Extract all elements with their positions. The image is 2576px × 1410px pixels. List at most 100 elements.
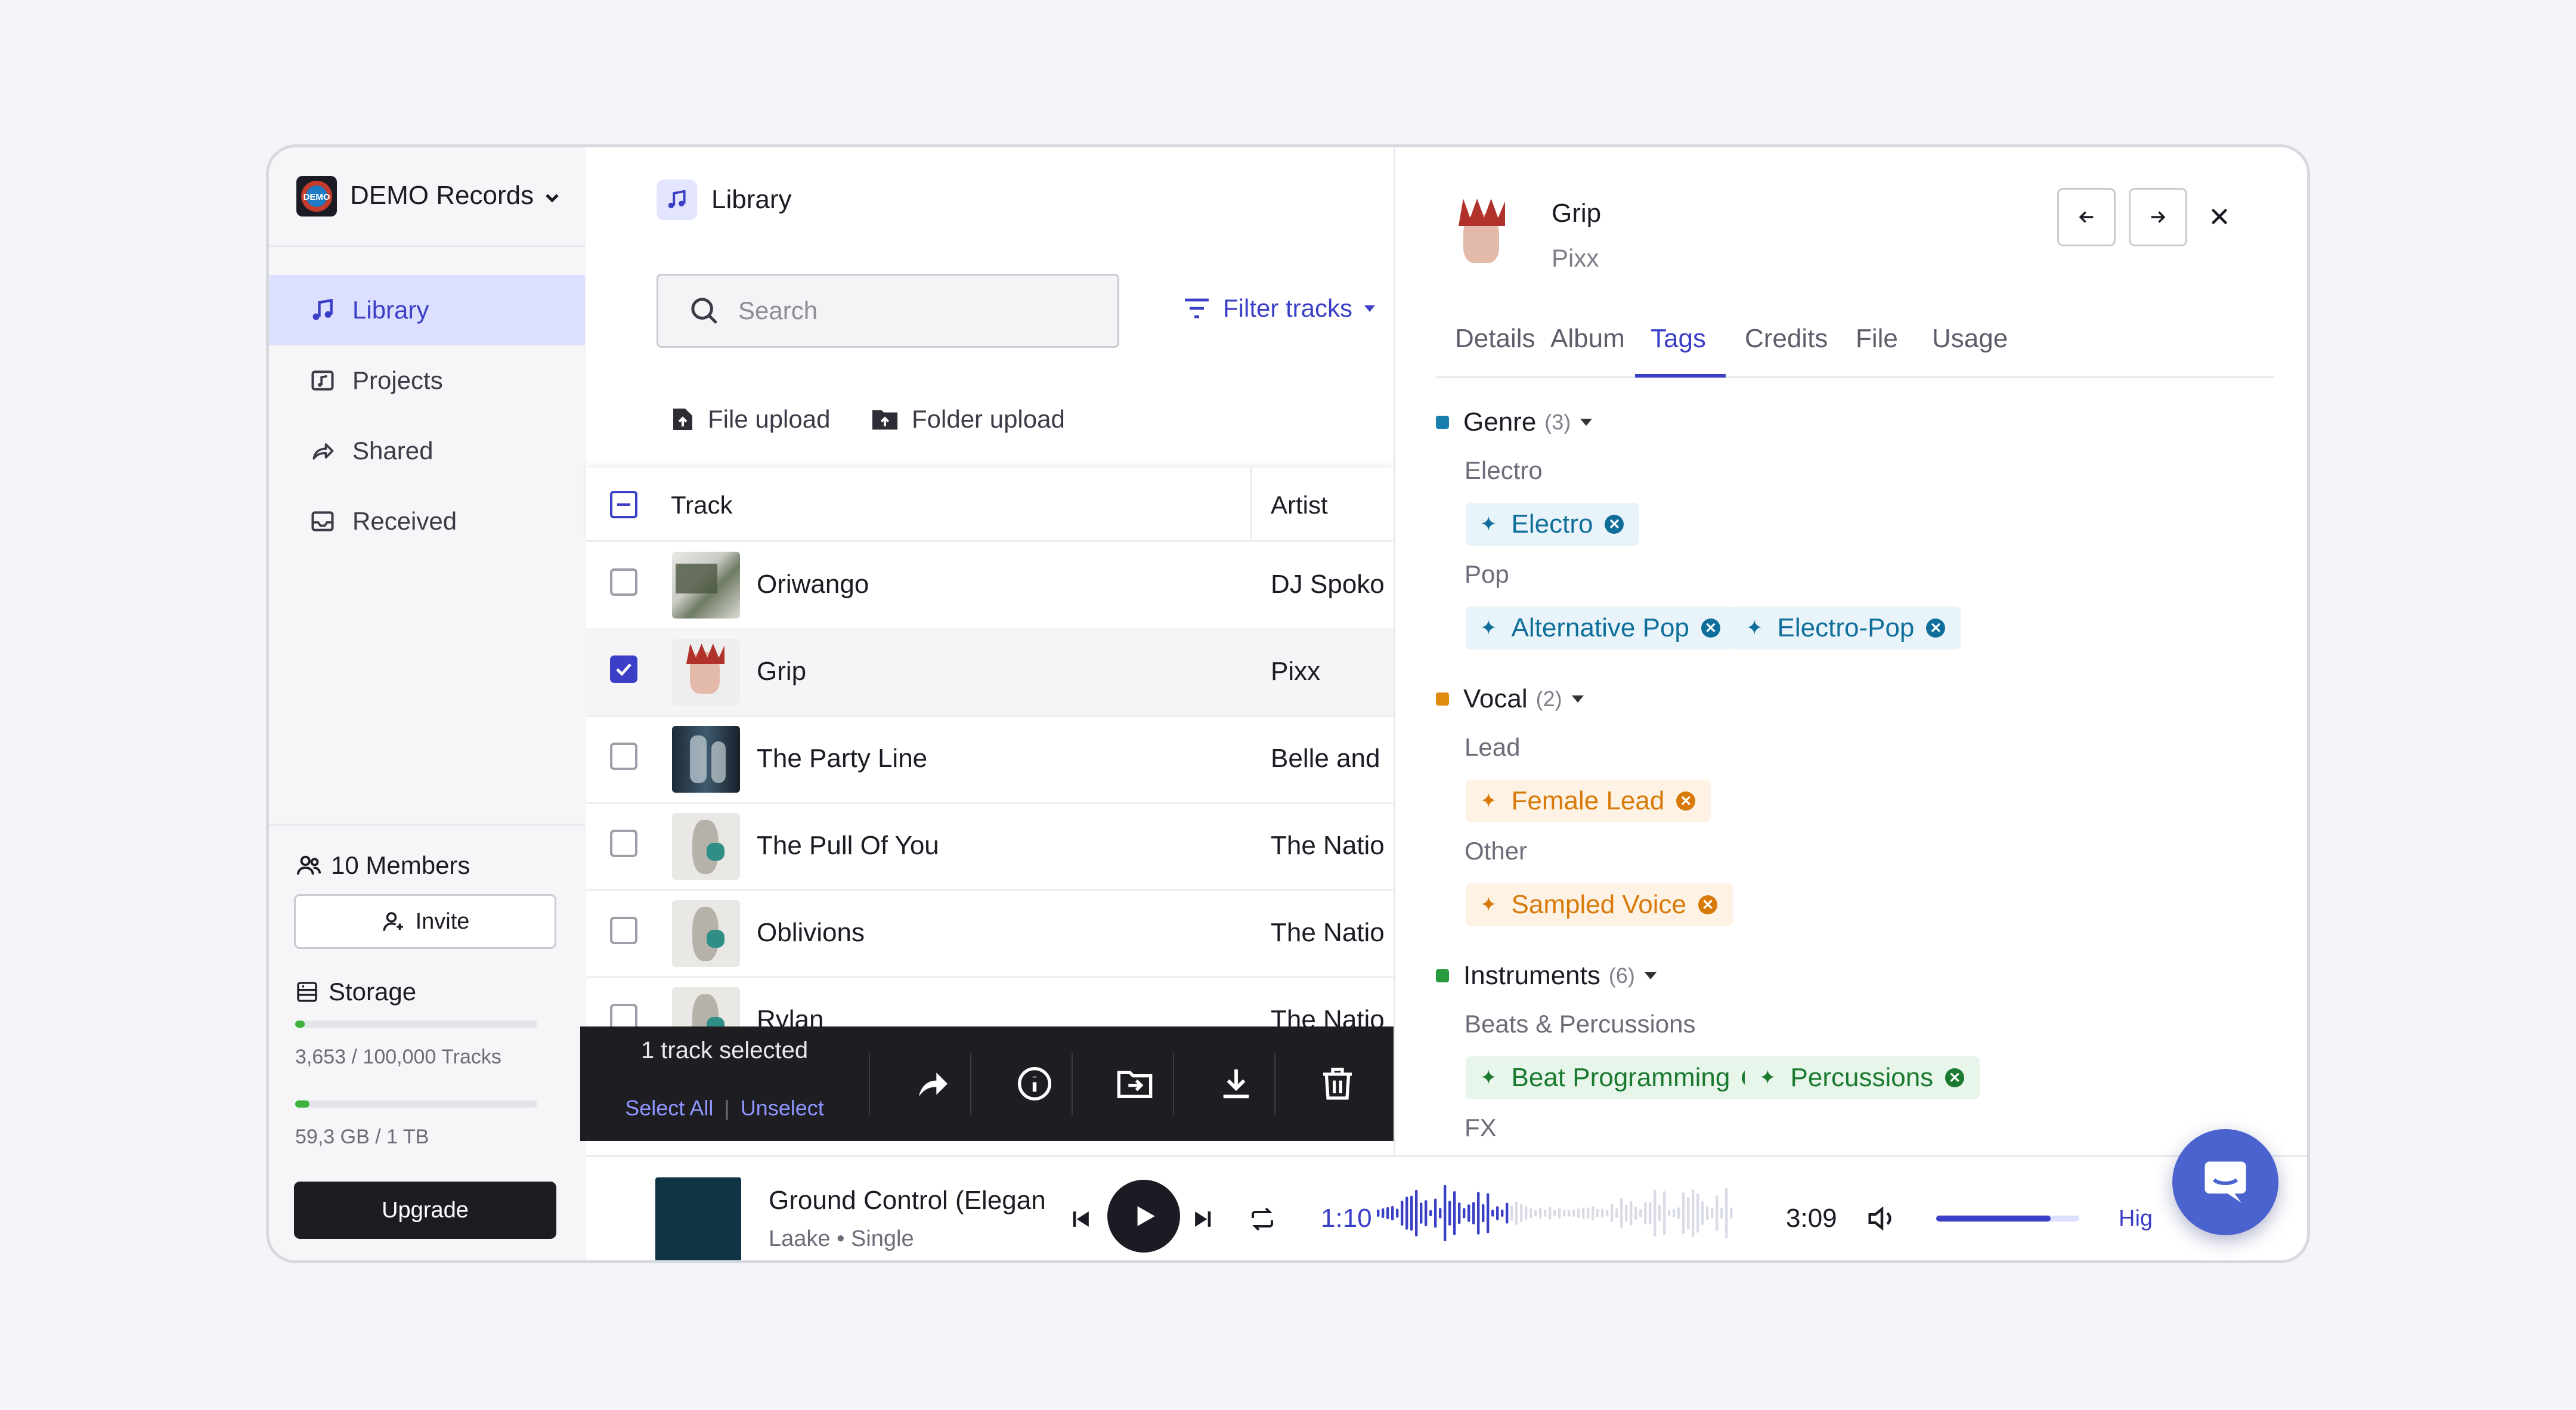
- row-checkbox[interactable]: [610, 655, 637, 683]
- tab-details[interactable]: Details: [1455, 324, 1535, 354]
- file-upload-label: File upload: [708, 405, 831, 433]
- tag-group-count: (3): [1544, 410, 1571, 434]
- file-upload-button[interactable]: File upload: [671, 405, 830, 434]
- search-icon: [691, 298, 718, 324]
- volume-slider[interactable]: [1936, 1216, 2079, 1222]
- tag-chip[interactable]: ✦ Electro ✕: [1466, 503, 1640, 546]
- waveform-bar: [1544, 1209, 1547, 1217]
- sidebar-item-shared[interactable]: Shared: [269, 416, 585, 486]
- instruments-color-swatch: [1436, 969, 1449, 982]
- tab-album[interactable]: Album: [1550, 324, 1625, 354]
- sparkle-icon: ✦: [1480, 513, 1497, 536]
- remove-tag-icon[interactable]: ✕: [1605, 515, 1624, 534]
- remove-tag-icon[interactable]: ✕: [1676, 791, 1696, 811]
- move-to-folder-icon[interactable]: [1116, 1065, 1154, 1106]
- remove-tag-icon[interactable]: ✕: [1945, 1068, 1965, 1087]
- org-name: DEMO Records: [350, 181, 534, 210]
- sidebar-divider: [269, 245, 585, 247]
- now-playing-art: [655, 1177, 741, 1260]
- tag-chip[interactable]: ✦ Electro-Pop ✕: [1732, 607, 1961, 650]
- waveform-bar: [1706, 1206, 1709, 1220]
- share-icon[interactable]: [914, 1065, 952, 1106]
- waveform-bar: [1410, 1195, 1413, 1231]
- tag-chip[interactable]: ✦ Percussions ✕: [1745, 1056, 1980, 1099]
- tracks-usage-bar: [295, 1021, 537, 1028]
- column-header-artist[interactable]: Artist: [1271, 491, 1328, 520]
- table-row[interactable]: Grip Pixx: [586, 628, 1394, 717]
- sidebar-item-received[interactable]: Received: [269, 486, 585, 556]
- tab-usage[interactable]: Usage: [1932, 324, 2008, 354]
- tag-group-instruments[interactable]: Instruments (6): [1436, 961, 1657, 991]
- select-all-link[interactable]: Select All: [625, 1096, 713, 1121]
- row-checkbox[interactable]: [610, 917, 637, 944]
- select-all-checkbox[interactable]: [610, 491, 637, 518]
- play-button[interactable]: [1107, 1180, 1180, 1253]
- tab-file[interactable]: File: [1856, 324, 1898, 354]
- waveform-bar: [1730, 1207, 1733, 1219]
- org-switcher[interactable]: DEMO Records: [350, 181, 560, 211]
- track-name: The Pull Of You: [757, 831, 939, 860]
- column-header-track[interactable]: Track: [671, 491, 732, 520]
- tracks-usage-text: 3,653 / 100,000 Tracks: [295, 1046, 501, 1068]
- volume-icon[interactable]: [1866, 1202, 1898, 1238]
- info-icon[interactable]: [1015, 1065, 1054, 1106]
- remove-tag-icon[interactable]: ✕: [1926, 619, 1946, 638]
- upgrade-button[interactable]: Upgrade: [294, 1182, 556, 1239]
- total-duration: 3:09: [1786, 1204, 1837, 1233]
- storage-icon: [297, 982, 317, 1002]
- row-checkbox[interactable]: [610, 830, 637, 857]
- waveform-bar: [1587, 1207, 1590, 1219]
- user-plus-icon: [383, 912, 403, 931]
- remove-tag-icon[interactable]: ✕: [1701, 619, 1720, 638]
- waveform-bar: [1611, 1204, 1614, 1223]
- table-row[interactable]: The Pull Of You The Natio: [586, 802, 1394, 891]
- waveform-bar: [1673, 1209, 1676, 1217]
- sidebar-item-projects[interactable]: Projects: [269, 345, 585, 416]
- tag-subgroup: Electro: [1465, 456, 1543, 484]
- waveform-bar: [1606, 1210, 1609, 1217]
- repeat-icon[interactable]: [1248, 1205, 1277, 1236]
- tag-chip[interactable]: ✦ Female Lead ✕: [1466, 780, 1711, 822]
- filter-tracks-button[interactable]: Filter tracks: [1182, 294, 1376, 323]
- previous-track-button[interactable]: [2057, 188, 2116, 246]
- chat-support-button[interactable]: [2172, 1129, 2278, 1235]
- selection-summary: 1 track selected Select All | Unselect: [580, 1026, 869, 1141]
- download-icon[interactable]: [1217, 1065, 1255, 1106]
- tag-label: Electro-Pop: [1777, 613, 1915, 642]
- trash-icon[interactable]: [1318, 1065, 1357, 1106]
- waveform-bar: [1482, 1204, 1485, 1223]
- chat-bubble-icon: [2205, 1161, 2246, 1203]
- tag-group-name: Vocal: [1463, 684, 1528, 713]
- tag-chip[interactable]: ✦ Alternative Pop ✕: [1466, 607, 1736, 650]
- unselect-link[interactable]: Unselect: [741, 1096, 824, 1121]
- search-input[interactable]: Search: [657, 274, 1119, 348]
- table-row[interactable]: Oriwango DJ Spoko: [586, 541, 1394, 630]
- remove-tag-icon[interactable]: ✕: [1698, 895, 1718, 914]
- tab-credits[interactable]: Credits: [1745, 324, 1828, 354]
- waveform-scrubber[interactable]: [1377, 1179, 1735, 1248]
- table-row[interactable]: The Party Line Belle and: [586, 715, 1394, 804]
- row-checkbox[interactable]: [610, 568, 637, 596]
- skip-next-icon[interactable]: [1190, 1206, 1216, 1235]
- tag-group-genre[interactable]: Genre (3): [1436, 407, 1593, 437]
- table-row[interactable]: Oblivions The Natio: [586, 889, 1394, 978]
- folder-upload-button[interactable]: Folder upload: [871, 405, 1065, 434]
- waveform-bar: [1472, 1202, 1475, 1225]
- waveform-bar: [1429, 1210, 1432, 1217]
- quality-toggle[interactable]: Hig: [2119, 1206, 2153, 1232]
- tag-chip[interactable]: ✦Beat Programming✕: [1466, 1056, 1777, 1099]
- close-icon[interactable]: [2207, 205, 2231, 231]
- tabs-divider: [1436, 376, 2274, 378]
- waveform-bar: [1577, 1208, 1580, 1218]
- tab-tags[interactable]: Tags: [1651, 324, 1706, 354]
- skip-previous-icon[interactable]: [1068, 1206, 1094, 1235]
- invite-button[interactable]: Invite: [294, 894, 556, 949]
- audio-player: Ground Control (Elegan Laake • Single 1:…: [586, 1155, 2307, 1260]
- waveform-bar: [1453, 1191, 1456, 1235]
- sidebar-item-library[interactable]: Library: [269, 275, 585, 345]
- row-checkbox[interactable]: [610, 743, 637, 770]
- tag-group-vocal[interactable]: Vocal (2): [1436, 684, 1584, 714]
- tag-chip[interactable]: ✦ Sampled Voice ✕: [1466, 883, 1733, 926]
- tag-subgroup: FX: [1465, 1114, 1497, 1142]
- next-track-button[interactable]: [2129, 188, 2187, 246]
